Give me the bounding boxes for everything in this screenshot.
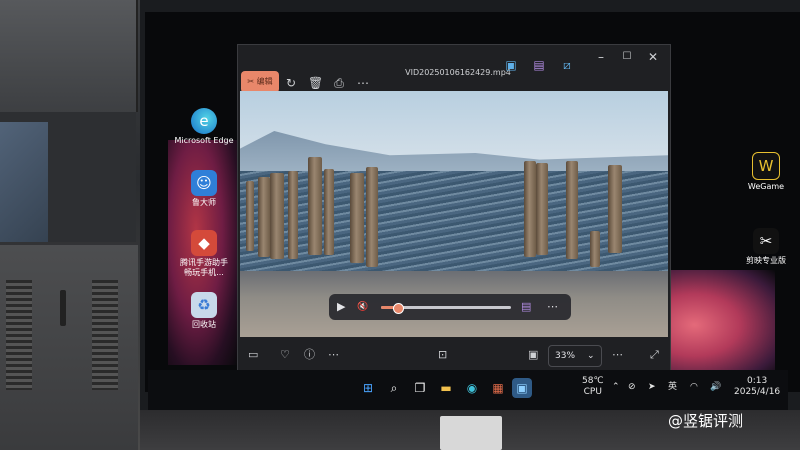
- photos-app-icon[interactable]: ▣: [504, 57, 518, 73]
- snip-icon[interactable]: ⧄: [560, 57, 574, 73]
- chevron-down-icon: ⌄: [587, 351, 595, 361]
- wooden-post: [608, 165, 622, 253]
- tv-reflection: [0, 122, 48, 242]
- wooden-post: [536, 163, 548, 255]
- cpu-temp-widget[interactable]: 58℃ CPU: [582, 376, 604, 398]
- task-view-icon[interactable]: ❐: [410, 378, 430, 398]
- wooden-post: [246, 181, 254, 251]
- tencent-game-assistant-icon: ◆: [191, 230, 217, 256]
- fullscreen-icon[interactable]: ⤢: [650, 347, 659, 363]
- zoom-dropdown[interactable]: 33% ⌄: [548, 345, 602, 367]
- cabinet-vent-left: [6, 280, 32, 390]
- cabinet-handle: [60, 290, 66, 326]
- edit-button-label: 编辑: [256, 77, 273, 86]
- file-explorer-icon[interactable]: ▬: [436, 378, 456, 398]
- desktop-icon-edge[interactable]: e Microsoft Edge: [171, 108, 237, 146]
- more-options-icon[interactable]: ⋯: [547, 299, 558, 315]
- edge-icon[interactable]: ◉: [462, 378, 482, 398]
- network-off-icon[interactable]: ⊘: [628, 382, 636, 393]
- photos-app-icon[interactable]: ▣: [512, 378, 532, 398]
- bottom-bar: ▭ ♡ ⓘ ⋯ ⊡ ▣ 33% ⌄ ⋯ ⤢: [238, 339, 670, 371]
- clock-date: 2025/4/16: [734, 387, 781, 397]
- title-bar: ✂ 编辑 ↻ 🗑 ⎙ ⋯ VID20250106162429.mp4 ▣ ▤ ⧄…: [238, 45, 670, 93]
- wooden-post: [566, 161, 578, 259]
- edit-button[interactable]: ✂ 编辑: [241, 71, 279, 93]
- rotate-icon[interactable]: ↻: [284, 75, 298, 91]
- desktop-icon-label: 腾讯手游助手 畅玩手机...: [180, 258, 228, 277]
- play-icon[interactable]: ▶: [337, 299, 345, 315]
- wooden-post: [258, 177, 270, 257]
- wegame-icon: W: [752, 152, 780, 180]
- seek-bar[interactable]: [381, 303, 511, 314]
- info-icon[interactable]: ⓘ: [304, 347, 315, 363]
- edge-icon: e: [191, 108, 217, 134]
- desktop-icon-label: 剪映专业版: [746, 256, 786, 265]
- mute-icon[interactable]: 🔇: [357, 299, 368, 315]
- desktop-icon-ludashi[interactable]: ☺ 鲁大师: [171, 170, 237, 208]
- search-icon[interactable]: ⌕: [384, 378, 404, 398]
- media-player-window: ✂ 编辑 ↻ 🗑 ⎙ ⋯ VID20250106162429.mp4 ▣ ▤ ⧄…: [237, 44, 671, 372]
- taskbar: ⊞ ⌕ ❐ ▬ ◉ ▦ ▣ 58℃ CPU ⌃ ⊘ ➤ 英 ◠ 🔊 0:13 2…: [148, 370, 788, 410]
- lake-water: [240, 171, 668, 281]
- desktop-icon-capcut[interactable]: ✂ 剪映专业版: [733, 228, 799, 266]
- wooden-post: [524, 161, 536, 257]
- input-method-indicator[interactable]: 英: [668, 382, 677, 393]
- wooden-post: [288, 171, 298, 259]
- more-options-icon[interactable]: ⋯: [328, 347, 339, 363]
- zoom-value: 33%: [555, 351, 576, 361]
- clock-time: 0:13: [746, 376, 768, 386]
- wooden-post: [324, 169, 334, 255]
- power-outlet: [440, 416, 502, 450]
- actual-size-icon[interactable]: ▣: [528, 347, 538, 363]
- location-icon[interactable]: ➤: [648, 382, 656, 393]
- desktop-icon-label: Microsoft Edge: [174, 136, 234, 145]
- playback-controls: ▶ 🔇 ▤ ⋯: [329, 294, 571, 320]
- print-icon[interactable]: ⎙: [332, 75, 346, 91]
- wooden-post: [308, 157, 322, 255]
- fit-screen-icon[interactable]: ⊡: [438, 347, 447, 363]
- wall-cabinet-top: [0, 0, 138, 112]
- minimize-icon[interactable]: –: [594, 49, 608, 65]
- store-icon[interactable]: ▦: [488, 378, 508, 398]
- windows-start-icon[interactable]: ⊞: [358, 378, 378, 398]
- volume-icon[interactable]: 🔊: [710, 382, 721, 393]
- more-options-icon[interactable]: ⋯: [612, 347, 623, 363]
- desktop-icon-tencent-assistant[interactable]: ◆ 腾讯手游助手 畅玩手机...: [171, 230, 237, 278]
- clipchamp-icon[interactable]: ▤: [532, 57, 546, 73]
- cabinet-vent-right: [92, 280, 118, 390]
- clock[interactable]: 0:13 2025/4/16: [734, 376, 780, 398]
- more-options-icon[interactable]: ⋯: [356, 75, 370, 91]
- wooden-post: [366, 167, 378, 267]
- clipchamp-icon[interactable]: ▤: [521, 299, 531, 315]
- desktop-icon-wegame[interactable]: W WeGame: [733, 152, 799, 192]
- wifi-icon[interactable]: ◠: [690, 382, 698, 393]
- filmstrip-icon[interactable]: ▭: [248, 347, 258, 363]
- cpu-temp-label: CPU: [583, 387, 602, 397]
- wooden-post: [590, 231, 600, 267]
- maximize-icon[interactable]: ☐: [620, 49, 634, 65]
- recycle-bin-icon: ♻: [191, 292, 217, 318]
- seek-bar-handle[interactable]: [392, 303, 404, 314]
- delete-icon[interactable]: 🗑: [308, 75, 323, 91]
- edit-icon: ✂: [247, 77, 255, 86]
- watermark: @竖锯评测: [668, 412, 744, 430]
- desktop-icon-label: WeGame: [747, 182, 785, 191]
- favorite-icon[interactable]: ♡: [280, 347, 290, 363]
- desktop-icon-label: 回收站: [192, 320, 216, 329]
- wooden-post: [350, 173, 364, 263]
- chevron-up-icon[interactable]: ⌃: [612, 382, 620, 393]
- wallpaper-art-right: [660, 270, 775, 380]
- cpu-temp-value: 58℃: [582, 376, 604, 386]
- close-icon[interactable]: ✕: [646, 49, 660, 65]
- capcut-icon: ✂: [753, 228, 779, 254]
- wooden-post: [270, 173, 284, 259]
- video-frame[interactable]: ▶ 🔇 ▤ ⋯: [240, 91, 668, 337]
- ludashi-icon: ☺: [191, 170, 217, 196]
- desktop-icon-label: 鲁大师: [192, 198, 216, 207]
- desktop-icon-recycle-bin[interactable]: ♻ 回收站: [171, 292, 237, 330]
